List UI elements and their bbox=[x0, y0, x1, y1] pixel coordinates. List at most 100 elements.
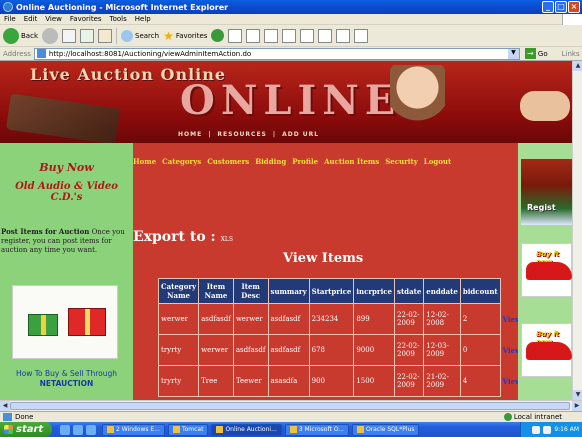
nav-customers[interactable]: Customers bbox=[207, 157, 249, 166]
tray-icon[interactable] bbox=[532, 425, 541, 434]
post-items-text: Post Items for Auction Once you register… bbox=[1, 227, 131, 255]
table-cell: werwer bbox=[157, 303, 200, 335]
scroll-down-icon[interactable]: ▼ bbox=[573, 390, 582, 400]
table-row: tryrty werwer asdfasdf asdfasdf 678 9000… bbox=[157, 334, 524, 366]
menu-edit[interactable]: Edit bbox=[24, 15, 38, 23]
banner-home-link[interactable]: HOME bbox=[178, 131, 202, 138]
nav-auction-items[interactable]: Auction Items bbox=[324, 157, 379, 166]
history-icon[interactable] bbox=[228, 28, 243, 43]
how-to-link[interactable]: How To Buy & Sell Through NETAUCTION bbox=[0, 369, 133, 389]
tray-icon[interactable] bbox=[543, 425, 552, 434]
scroll-up-icon[interactable]: ▲ bbox=[573, 61, 582, 71]
task-oracle-sqlplus[interactable]: Oracle SQL*Plus bbox=[351, 423, 420, 436]
research-icon[interactable] bbox=[336, 28, 351, 43]
task-tomcat[interactable]: Tomcat bbox=[167, 423, 209, 436]
menu-file[interactable]: File bbox=[4, 15, 16, 23]
nav-bidding[interactable]: Bidding bbox=[255, 157, 286, 166]
buy-it-now-ad[interactable]: Buy it now bbox=[521, 243, 572, 297]
table-cell: 234234 bbox=[308, 303, 355, 335]
quicklaunch-desktop-icon[interactable] bbox=[73, 424, 83, 435]
address-input[interactable]: http://localhost:8081/Auctioning/viewAdm… bbox=[33, 47, 520, 60]
banner-resources-link[interactable]: RESOURCES bbox=[217, 131, 266, 138]
toolbar: Back Search ★ Favorites bbox=[0, 25, 582, 47]
table-cell: asdfasdf bbox=[198, 303, 234, 335]
quicklaunch-media-icon[interactable] bbox=[86, 424, 96, 435]
maximize-button[interactable]: □ bbox=[555, 1, 567, 13]
gift-boxes-image bbox=[12, 285, 118, 359]
go-button[interactable]: → Go bbox=[524, 48, 548, 59]
minimize-button[interactable]: _ bbox=[542, 1, 554, 13]
security-zone: Local intranet bbox=[503, 413, 562, 421]
star-icon: ★ bbox=[163, 28, 174, 43]
table-cell: 9000 bbox=[353, 334, 395, 366]
horizontal-scrollbar[interactable]: ◀ ▶ bbox=[0, 400, 582, 411]
word-icon[interactable] bbox=[300, 28, 315, 43]
windows-flag-icon bbox=[562, 14, 582, 25]
task-microsoft-office[interactable]: 3 Microsoft O... bbox=[284, 423, 349, 436]
table-row: tryrty Tree Teewer asasdfa 900 1500 22-0… bbox=[157, 365, 524, 397]
edit-icon[interactable] bbox=[282, 28, 297, 43]
banner-addurl-link[interactable]: ADD URL bbox=[282, 131, 319, 138]
table-cell: tryrty bbox=[157, 334, 200, 366]
table-cell: werwer bbox=[232, 303, 269, 335]
col-incrprice: incrprice bbox=[353, 278, 395, 304]
quicklaunch-ie-icon[interactable] bbox=[60, 424, 70, 435]
nav-security[interactable]: Security bbox=[385, 157, 418, 166]
table-cell: 22-02-2009 bbox=[393, 365, 425, 397]
start-button[interactable]: start bbox=[0, 422, 52, 437]
scroll-left-icon[interactable]: ◀ bbox=[0, 401, 10, 411]
zone-text: Local intranet bbox=[513, 413, 562, 421]
buy-it-now-ad[interactable]: Buy it now bbox=[521, 323, 572, 377]
scroll-right-icon[interactable]: ▶ bbox=[572, 401, 582, 411]
col-summary: summary bbox=[267, 278, 310, 304]
nav-profile[interactable]: Profile bbox=[292, 157, 318, 166]
window-titlebar: Online Auctioning - Microsoft Internet E… bbox=[0, 0, 582, 14]
messenger-icon[interactable] bbox=[318, 28, 333, 43]
menu-bar: File Edit View Favorites Tools Help bbox=[0, 14, 582, 25]
links-button[interactable]: Links bbox=[562, 50, 580, 58]
address-url: http://localhost:8081/Auctioning/viewAdm… bbox=[48, 49, 252, 58]
search-button[interactable]: Search bbox=[121, 29, 159, 42]
home-icon[interactable] bbox=[98, 28, 112, 43]
menu-help[interactable]: Help bbox=[135, 15, 151, 23]
table-cell: 22-02-2009 bbox=[393, 334, 425, 366]
task-windows-explorer[interactable]: 2 Windows E... bbox=[102, 423, 165, 436]
windows-logo-icon bbox=[4, 425, 13, 434]
refresh-icon[interactable] bbox=[80, 28, 94, 43]
export-label: Export to : bbox=[133, 229, 216, 245]
stop-icon[interactable] bbox=[62, 28, 76, 43]
right-sidebar: Regist Buy it now Buy it now bbox=[518, 143, 572, 400]
buy-now-heading[interactable]: Buy Now bbox=[0, 161, 133, 174]
red-gift-icon bbox=[68, 308, 106, 336]
print-icon[interactable] bbox=[264, 28, 279, 43]
vertical-scrollbar[interactable]: ▲ ▼ bbox=[572, 61, 582, 400]
menu-tools[interactable]: Tools bbox=[110, 15, 127, 23]
task-label: Oracle SQL*Plus bbox=[365, 426, 415, 433]
table-cell: 12-03-2009 bbox=[423, 334, 461, 366]
nav-categorys[interactable]: Categorys bbox=[162, 157, 201, 166]
menu-view[interactable]: View bbox=[45, 15, 62, 23]
main-content: Home Categorys Customers Bidding Profile… bbox=[133, 143, 521, 400]
tools-icon[interactable] bbox=[354, 28, 369, 43]
go-label: Go bbox=[537, 49, 548, 58]
menu-favorites[interactable]: Favorites bbox=[70, 15, 102, 23]
media-icon[interactable] bbox=[211, 29, 225, 42]
register-ad[interactable]: Regist bbox=[521, 159, 572, 225]
back-button[interactable]: Back bbox=[3, 27, 38, 44]
task-online-auctioning[interactable]: Online Auctioni... bbox=[211, 423, 282, 436]
favorites-button[interactable]: ★ Favorites bbox=[163, 29, 207, 43]
mail-icon[interactable] bbox=[246, 28, 261, 43]
toolbar-separator bbox=[116, 27, 117, 44]
address-dropdown-icon[interactable]: ▼ bbox=[507, 48, 519, 59]
nav-home[interactable]: Home bbox=[133, 157, 156, 166]
export-xls-link[interactable]: XLS bbox=[221, 236, 233, 243]
clock: 9:16 AM bbox=[554, 426, 579, 433]
table-cell: tryrty bbox=[157, 365, 200, 397]
task-label: Online Auctioni... bbox=[225, 426, 277, 433]
forward-button[interactable] bbox=[42, 27, 58, 44]
nav-logout[interactable]: Logout bbox=[424, 157, 451, 166]
close-button[interactable]: × bbox=[568, 1, 580, 13]
old-audio-video-link[interactable]: Old Audio & Video C.D.'s bbox=[0, 181, 133, 203]
horizontal-scroll-thumb[interactable] bbox=[10, 402, 570, 410]
table-cell: Tree bbox=[198, 365, 234, 397]
